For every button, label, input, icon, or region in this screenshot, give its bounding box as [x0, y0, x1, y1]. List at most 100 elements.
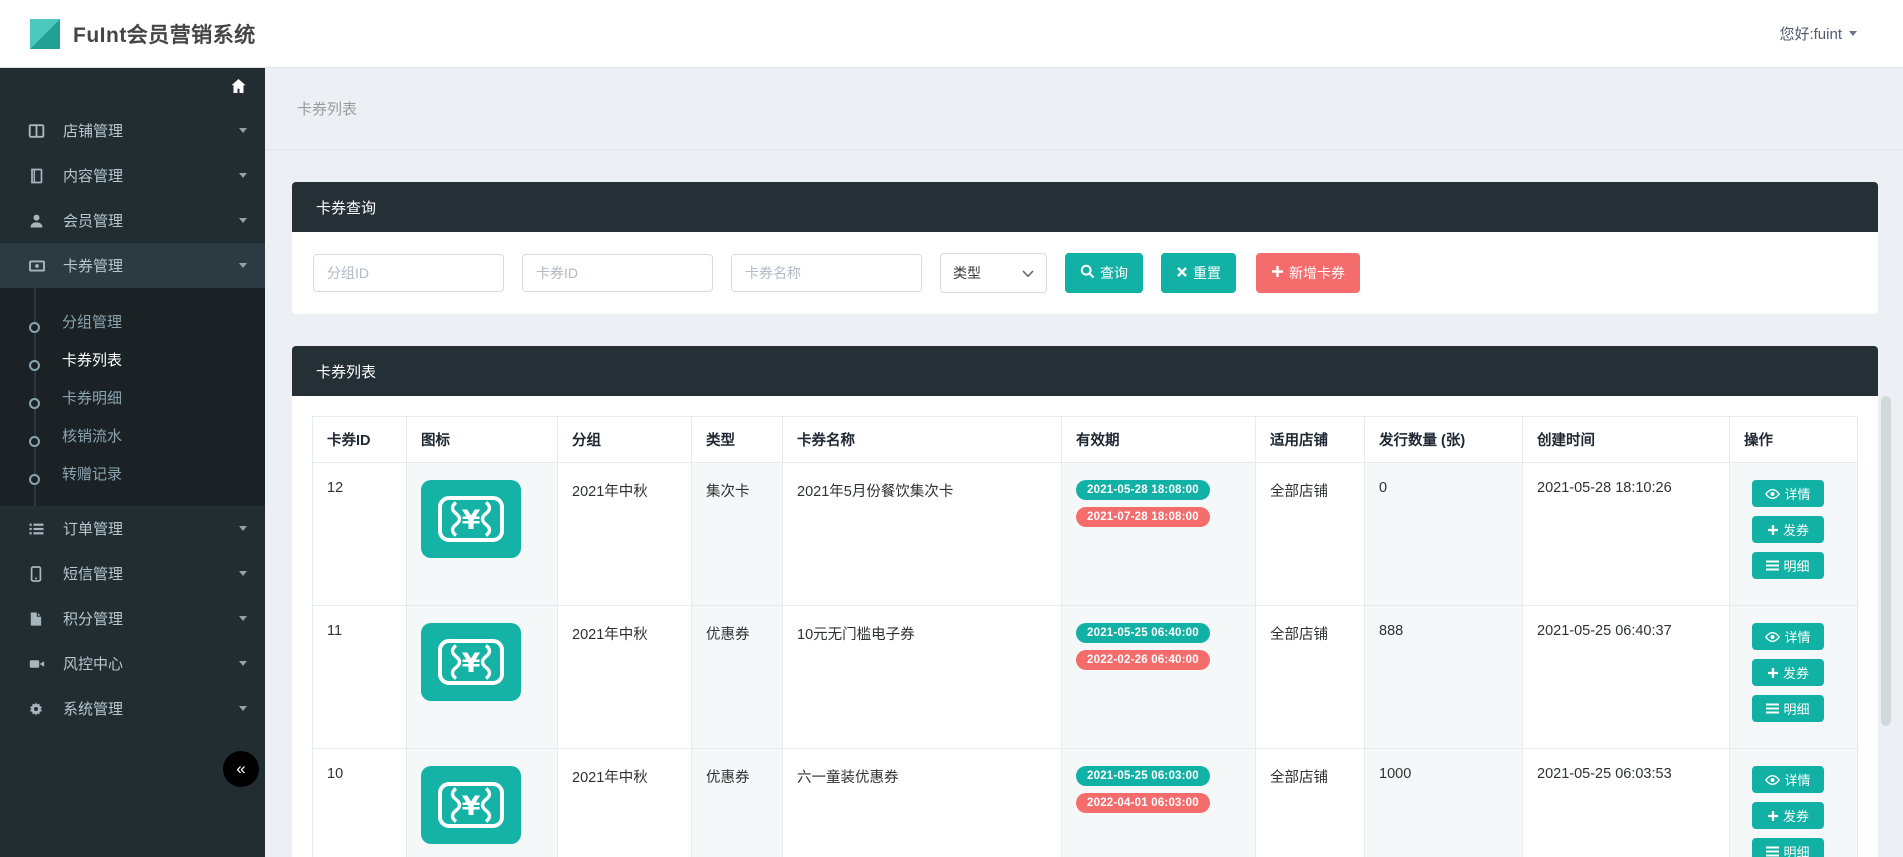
cell-icon: ¥ — [407, 749, 558, 857]
cell-validity: 2021-05-28 18:08:00 2021-07-28 18:08:00 — [1062, 463, 1256, 606]
sidebar-item-content[interactable]: 内容管理 — [0, 153, 265, 198]
cell-actions: 详情发券明细 — [1730, 463, 1858, 606]
cell-created: 2021-05-25 06:40:37 — [1523, 606, 1730, 749]
sidebar-item-sms[interactable]: 短信管理 — [0, 551, 265, 596]
sidebar-item-shop[interactable]: 店铺管理 — [0, 108, 265, 153]
valid-end-badge: 2021-07-28 18:08:00 — [1076, 507, 1210, 527]
cell-validity: 2021-05-25 06:40:00 2022-02-26 06:40:00 — [1062, 606, 1256, 749]
issue-button[interactable]: 发券 — [1752, 802, 1824, 829]
sidebar-item-coupon[interactable]: 卡券管理 — [0, 243, 265, 288]
shop-columns-icon — [28, 123, 48, 139]
cell-icon: ¥ — [407, 463, 558, 606]
list-icon — [28, 521, 48, 537]
coupon-name-input[interactable] — [731, 254, 922, 292]
valid-end-badge: 2022-02-26 06:40:00 — [1076, 650, 1210, 670]
book-icon — [28, 168, 48, 184]
records-button[interactable]: 明细 — [1752, 552, 1824, 579]
app-title: FuInt会员营销系统 — [73, 19, 256, 49]
sidebar-item-system[interactable]: 系统管理 — [0, 686, 265, 731]
sidebar-item-label: 订单管理 — [63, 518, 123, 539]
reset-button[interactable]: 重置 — [1161, 253, 1236, 293]
sidebar-item-risk[interactable]: 风控中心 — [0, 641, 265, 686]
file-icon — [28, 611, 48, 627]
sidebar-subitem-coupon-list[interactable]: 卡券列表 — [0, 340, 265, 378]
app-logo — [30, 19, 60, 49]
group-id-input[interactable] — [313, 254, 504, 292]
main-content: 卡券列表 卡券查询 类型 查询 重 — [265, 68, 1903, 857]
sidebar-item-label: 风控中心 — [63, 653, 123, 674]
sidebar-submenu-coupon: 分组管理卡券列表卡券明细核销流水转赠记录 — [0, 288, 265, 506]
coupon-id-input[interactable] — [522, 254, 713, 292]
search-button[interactable]: 查询 — [1065, 253, 1143, 293]
sidebar-item-order[interactable]: 订单管理 — [0, 506, 265, 551]
list-panel-title: 卡券列表 — [292, 346, 1878, 396]
home-icon — [230, 78, 247, 99]
cell-actions: 详情发券明细 — [1730, 606, 1858, 749]
cell-name: 六一童装优惠券 — [783, 749, 1062, 857]
coupon-table: 卡券ID图标分组类型卡券名称有效期适用店铺发行数量 (张)创建时间操作 12 ¥… — [312, 416, 1858, 857]
table-row: 10 ¥ 2021年中秋 优惠券 六一童装优惠券 2021-05-25 06:0… — [313, 749, 1858, 857]
sidebar-subitem-gift-records[interactable]: 转赠记录 — [0, 454, 265, 492]
cell-type: 集次卡 — [692, 463, 783, 606]
vertical-scrollbar[interactable] — [1881, 396, 1891, 726]
cell-validity: 2021-05-25 06:03:00 2022-04-01 06:03:00 — [1062, 749, 1256, 857]
cell-type: 优惠券 — [692, 749, 783, 857]
sidebar-subitem-verify-flow[interactable]: 核销流水 — [0, 416, 265, 454]
detail-button[interactable]: 详情 — [1752, 480, 1824, 507]
user-icon — [28, 213, 48, 229]
detail-button[interactable]: 详情 — [1752, 623, 1824, 650]
sidebar-item-label: 卡券管理 — [63, 255, 123, 276]
cell-group: 2021年中秋 — [558, 463, 692, 606]
chevron-down-icon — [239, 571, 247, 576]
plus-icon — [1767, 524, 1779, 536]
add-coupon-button[interactable]: 新增卡券 — [1256, 253, 1360, 293]
sidebar-subitem-coupon-detail[interactable]: 卡券明细 — [0, 378, 265, 416]
cell-icon: ¥ — [407, 606, 558, 749]
logo-area: FuInt会员营销系统 — [0, 19, 256, 49]
cell-created: 2021-05-25 06:03:53 — [1523, 749, 1730, 857]
svg-text:¥: ¥ — [462, 791, 481, 822]
issue-button[interactable]: 发券 — [1752, 516, 1824, 543]
video-camera-icon — [28, 656, 48, 672]
sidebar-subitem-group-manage[interactable]: 分组管理 — [0, 302, 265, 340]
sidebar-home-button[interactable] — [0, 68, 265, 108]
chevron-down-icon — [1849, 31, 1857, 36]
list-small-icon — [1766, 560, 1779, 571]
records-button[interactable]: 明细 — [1752, 838, 1824, 857]
plus-icon — [1767, 667, 1779, 679]
user-menu[interactable]: 您好:fuint — [1779, 23, 1903, 44]
cell-stores: 全部店铺 — [1256, 463, 1365, 606]
search-panel-title: 卡券查询 — [292, 182, 1878, 232]
breadcrumb-bar: 卡券列表 — [265, 68, 1903, 150]
column-header: 创建时间 — [1523, 417, 1730, 463]
eye-icon — [1765, 774, 1780, 786]
cell-name: 10元无门槛电子券 — [783, 606, 1062, 749]
search-icon — [1080, 264, 1095, 282]
sidebar-item-points[interactable]: 积分管理 — [0, 596, 265, 641]
cell-actions: 详情发券明细 — [1730, 749, 1858, 857]
type-select[interactable]: 类型 — [940, 253, 1047, 293]
search-form: 类型 查询 重置 新增卡券 — [292, 232, 1878, 314]
sidebar-item-member[interactable]: 会员管理 — [0, 198, 265, 243]
coupon-ticket-icon: ¥ — [421, 623, 521, 701]
sidebar-item-label: 短信管理 — [63, 563, 123, 584]
cell-coupon-id: 11 — [313, 606, 407, 749]
plus-icon — [1271, 265, 1284, 281]
list-small-icon — [1766, 703, 1779, 714]
table-row: 11 ¥ 2021年中秋 优惠券 10元无门槛电子券 2021-05-25 06… — [313, 606, 1858, 749]
type-select-value: 类型 — [953, 263, 981, 283]
sidebar-collapse-button[interactable]: « — [223, 751, 259, 787]
records-button[interactable]: 明细 — [1752, 695, 1824, 722]
sidebar-item-label: 内容管理 — [63, 165, 123, 186]
cell-coupon-id: 12 — [313, 463, 407, 606]
issue-button[interactable]: 发券 — [1752, 659, 1824, 686]
sidebar-item-label: 积分管理 — [63, 608, 123, 629]
svg-text:¥: ¥ — [462, 505, 481, 536]
list-panel: 卡券列表 卡券ID图标分组类型卡券名称有效期适用店铺发行数量 (张)创建时间操作… — [292, 346, 1878, 857]
detail-button[interactable]: 详情 — [1752, 766, 1824, 793]
coupon-table-wrap: 卡券ID图标分组类型卡券名称有效期适用店铺发行数量 (张)创建时间操作 12 ¥… — [292, 396, 1878, 857]
cell-type: 优惠券 — [692, 606, 783, 749]
chevron-down-icon — [239, 526, 247, 531]
sidebar-item-label: 会员管理 — [63, 210, 123, 231]
cell-group: 2021年中秋 — [558, 749, 692, 857]
